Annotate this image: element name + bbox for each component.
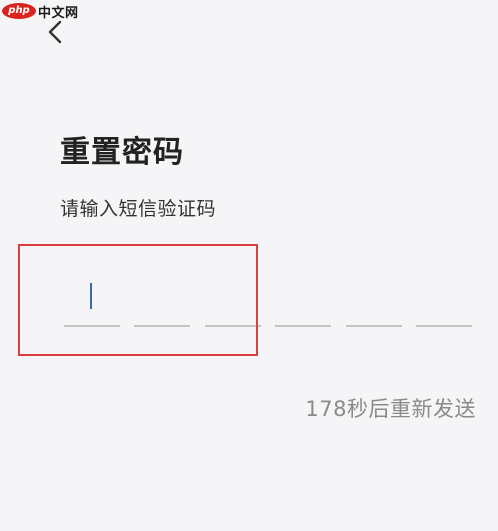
- code-digit-5[interactable]: [345, 265, 402, 327]
- code-digit-1[interactable]: [64, 265, 120, 327]
- back-button[interactable]: [40, 16, 72, 48]
- verification-code-input[interactable]: [64, 265, 472, 327]
- chevron-left-icon: [48, 20, 62, 44]
- resend-countdown: 178秒后重新发送: [305, 397, 476, 421]
- page-subtitle: 请输入短信验证码: [60, 198, 217, 220]
- code-digit-2[interactable]: [134, 265, 191, 327]
- watermark-logo: php: [2, 3, 36, 19]
- page-title: 重置密码: [60, 135, 184, 170]
- code-digit-3[interactable]: [204, 265, 261, 327]
- code-digit-6[interactable]: [415, 265, 472, 327]
- text-caret: [90, 283, 92, 309]
- code-digit-4[interactable]: [275, 265, 332, 327]
